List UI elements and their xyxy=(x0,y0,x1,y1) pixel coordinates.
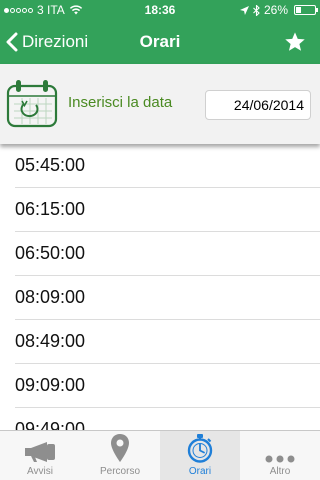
battery-percent: 26% xyxy=(263,3,288,17)
time-row[interactable]: 09:49:00 xyxy=(15,408,320,430)
time-row[interactable]: 08:09:00 xyxy=(15,276,320,320)
tab-percorso[interactable]: Percorso xyxy=(80,431,160,480)
time-row[interactable]: 09:09:00 xyxy=(15,364,320,408)
megaphone-icon xyxy=(25,442,55,462)
battery-level xyxy=(296,7,301,13)
status-bar: 3 ITA 18:36 26% xyxy=(0,0,320,20)
back-button[interactable]: Direzioni xyxy=(6,20,88,64)
location-pin-icon xyxy=(111,434,129,462)
time-row[interactable]: 06:15:00 xyxy=(15,188,320,232)
stopwatch-icon xyxy=(187,434,213,463)
tab-label: Avvisi xyxy=(27,466,53,477)
date-label: Inserisci la data xyxy=(68,94,173,111)
back-button-label: Direzioni xyxy=(22,32,89,51)
status-right: 26% xyxy=(239,3,318,17)
time-row[interactable]: 05:45:00 xyxy=(15,144,320,188)
tab-label: Percorso xyxy=(99,466,140,477)
date-field[interactable]: 24/06/2014 xyxy=(205,90,311,120)
tab-orari[interactable]: Orari xyxy=(160,431,240,480)
date-panel: Inserisci la data 24/06/2014 xyxy=(0,64,320,144)
time-row[interactable]: 06:50:00 xyxy=(15,232,320,276)
tab-altro[interactable]: Altro xyxy=(240,431,320,480)
star-icon[interactable] xyxy=(284,31,306,53)
chevron-left-icon xyxy=(6,32,18,52)
tab-label: Altro xyxy=(269,466,291,477)
location-arrow-icon xyxy=(239,5,249,15)
bluetooth-icon xyxy=(253,4,260,16)
time-row[interactable]: 08:49:00 xyxy=(15,320,320,364)
tab-label: Orari xyxy=(188,466,212,477)
tab-bar: Avvisi Percorso Orari Altro xyxy=(0,430,320,480)
battery-icon xyxy=(294,5,318,15)
navigation-bar: Direzioni Orari xyxy=(0,20,320,64)
more-icon xyxy=(265,455,295,463)
tab-avvisi[interactable]: Avvisi xyxy=(0,431,80,480)
calendar-icon[interactable] xyxy=(6,78,58,128)
times-list[interactable]: 05:45:00 06:15:00 06:50:00 08:09:00 08:49:00… xyxy=(0,144,320,430)
